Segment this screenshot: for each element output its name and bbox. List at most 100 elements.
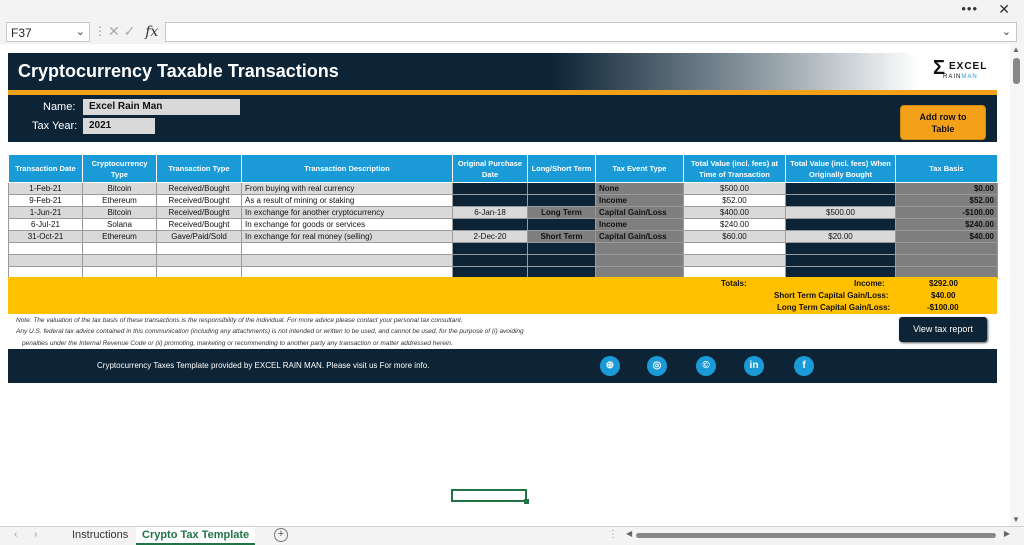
empty-cell[interactable] [452,254,528,267]
col-header[interactable]: Transaction Type [156,154,242,183]
cancel-icon[interactable]: ✕ [108,23,120,39]
cell-basis[interactable]: $0.00 [895,182,998,195]
cell-crypto[interactable]: Bitcoin [82,206,157,219]
cell-orig-date[interactable]: 2-Dec-20 [452,230,528,243]
empty-cell[interactable] [895,242,998,255]
empty-cell[interactable] [452,242,528,255]
col-header[interactable]: Tax Basis [895,154,998,183]
scroll-thumb[interactable] [636,533,996,538]
cell-event[interactable]: None [595,182,684,195]
cell-basis[interactable]: -$100.00 [895,206,998,219]
tax-year-value[interactable]: 2021 [83,118,155,134]
cell-event[interactable]: Income [595,194,684,207]
cell-crypto[interactable]: Bitcoin [82,182,157,195]
horizontal-scrollbar[interactable]: ◀ ▶ [626,529,1010,540]
name-box[interactable]: F37 ⌄ [6,22,90,42]
cell-value-orig[interactable]: $20.00 [785,230,896,243]
linkedin-icon[interactable]: in [744,356,764,376]
empty-cell[interactable] [785,254,896,267]
insert-function-icon[interactable]: fx [145,24,158,40]
cell-crypto[interactable]: Solana [82,218,157,231]
cell-orig-date[interactable] [452,218,528,231]
empty-cell[interactable] [156,242,242,255]
cell-term[interactable] [527,218,596,231]
cell-crypto[interactable]: Ethereum [82,230,157,243]
scroll-thumb[interactable] [1013,58,1020,84]
empty-cell[interactable] [683,242,786,255]
col-header[interactable]: Long/Short Term [527,154,596,183]
empty-cell[interactable] [527,242,596,255]
cell-value-now[interactable]: $400.00 [683,206,786,219]
empty-cell[interactable] [8,242,83,255]
selected-cell[interactable] [451,489,529,504]
cell-crypto[interactable]: Ethereum [82,194,157,207]
scroll-left-icon[interactable]: ◀ [626,529,632,538]
cell-term[interactable] [527,194,596,207]
empty-cell[interactable] [527,254,596,267]
cell-date[interactable]: 9-Feb-21 [8,194,83,207]
add-sheet-icon[interactable]: + [274,528,288,542]
empty-cell[interactable] [785,242,896,255]
view-tax-report-button[interactable]: View tax report [899,317,987,342]
cell-desc[interactable]: As a result of mining or staking [241,194,453,207]
cell-term[interactable]: Long Term [527,206,596,219]
cell-value-orig[interactable]: $500.00 [785,206,896,219]
empty-cell[interactable] [8,254,83,267]
formula-input[interactable]: ⌄ [165,22,1017,42]
cell-desc[interactable]: In exchange for real money (selling) [241,230,453,243]
add-row-button[interactable]: Add row to Table [900,105,986,140]
cell-basis[interactable]: $40.00 [895,230,998,243]
more-options-icon[interactable]: ••• [961,1,978,16]
cell-orig-date[interactable] [452,182,528,195]
col-header[interactable]: Transaction Description [241,154,453,183]
empty-cell[interactable] [82,254,157,267]
tab-next-icon[interactable]: › [34,529,37,540]
facebook-icon[interactable]: f [794,356,814,376]
instagram-icon[interactable]: ◎ [647,356,667,376]
tab-crypto-tax-template[interactable]: Crypto Tax Template [136,527,256,545]
empty-cell[interactable] [895,254,998,267]
cell-value-now[interactable]: $60.00 [683,230,786,243]
cell-type[interactable]: Received/Bought [156,182,242,195]
cell-event[interactable]: Income [595,218,684,231]
scroll-down-icon[interactable]: ▼ [1012,515,1020,524]
cell-date[interactable]: 1-Jun-21 [8,206,83,219]
cell-value-now[interactable]: $500.00 [683,182,786,195]
col-header[interactable]: Total Value (incl. fees) at Time of Tran… [683,154,786,183]
col-header[interactable]: Cryptocurrency Type [82,154,157,183]
cell-term[interactable] [527,182,596,195]
cell-event[interactable]: Capital Gain/Loss [595,206,684,219]
cell-date[interactable]: 1-Feb-21 [8,182,83,195]
cell-date[interactable]: 31-Oct-21 [8,230,83,243]
cell-basis[interactable]: $52.00 [895,194,998,207]
empty-cell[interactable] [595,242,684,255]
cell-type[interactable]: Received/Bought [156,218,242,231]
copyright-icon[interactable]: © [696,356,716,376]
empty-cell[interactable] [241,242,453,255]
cell-orig-date[interactable] [452,194,528,207]
empty-cell[interactable] [241,254,453,267]
col-header[interactable]: Transaction Date [8,154,83,183]
col-header[interactable]: Total Value (incl. fees) When Originally… [785,154,896,183]
cell-value-now[interactable]: $240.00 [683,218,786,231]
cell-value-now[interactable]: $52.00 [683,194,786,207]
scroll-right-icon[interactable]: ▶ [1004,529,1010,538]
worksheet[interactable]: Cryptocurrency Taxable Transactions Σ EX… [0,44,1010,526]
cell-type[interactable]: Gave/Paid/Sold [156,230,242,243]
expand-formula-icon[interactable]: ⌄ [1002,25,1011,38]
cell-value-orig[interactable] [785,194,896,207]
cell-desc[interactable]: From buying with real currency [241,182,453,195]
cell-type[interactable]: Received/Bought [156,194,242,207]
cell-type[interactable]: Received/Bought [156,206,242,219]
cell-date[interactable]: 6-Jul-21 [8,218,83,231]
cell-basis[interactable]: $240.00 [895,218,998,231]
chevron-down-icon[interactable]: ⌄ [76,25,85,38]
cell-term[interactable]: Short Term [527,230,596,243]
confirm-icon[interactable]: ✓ [124,23,136,39]
empty-cell[interactable] [595,254,684,267]
tab-prev-icon[interactable]: ‹ [14,529,17,540]
cell-desc[interactable]: In exchange for another cryptocurrency [241,206,453,219]
cell-value-orig[interactable] [785,218,896,231]
tab-split-handle-icon[interactable]: ⋮ [608,529,618,540]
empty-cell[interactable] [82,242,157,255]
